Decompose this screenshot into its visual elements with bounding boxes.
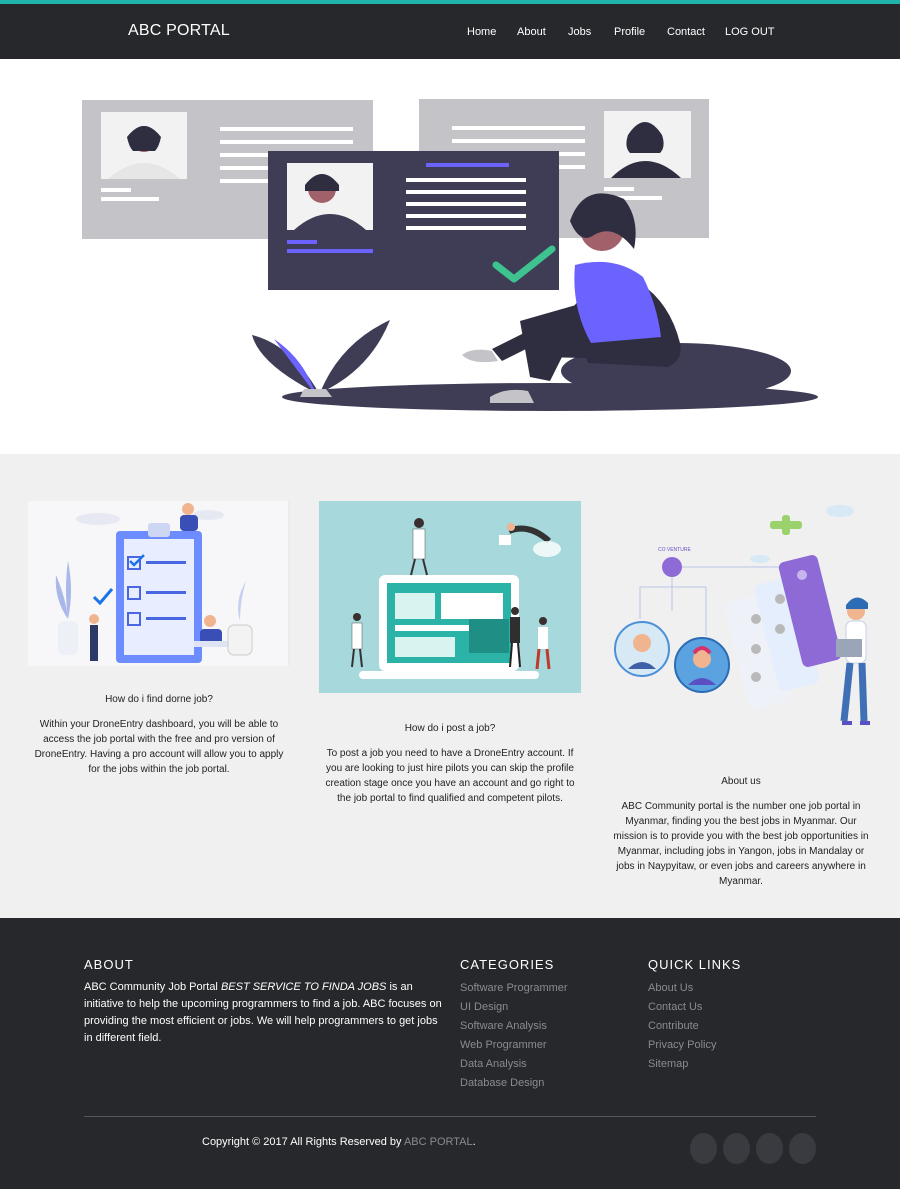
feature-find-job: How do i find dorne job? Within your Dro… <box>28 501 290 777</box>
feature-about-us: CO VENTURE About us ABC Community portal… <box>610 501 872 889</box>
footer-about-text: ABC Community Job Portal BEST SERVICE TO… <box>84 979 444 1047</box>
feature-text: To post a job you need to have a DroneEn… <box>325 748 575 804</box>
about-text-emphasis: BEST SERVICE TO FINDA JOBS <box>220 981 387 993</box>
brand-logo[interactable]: ABC PORTAL <box>128 22 230 40</box>
social-icon-1[interactable] <box>690 1133 717 1164</box>
hero-illustration <box>82 99 818 411</box>
copyright: Copyright © 2017 All Rights Reserved by … <box>202 1136 476 1148</box>
categories-list: Software Programmer UI Design Software A… <box>460 979 568 1093</box>
copyright-suffix: . <box>472 1136 476 1148</box>
footer-categories-heading: CATEGORIES <box>460 957 555 972</box>
copyright-brand-link[interactable]: ABC PORTAL <box>404 1136 473 1148</box>
category-link[interactable]: UI Design <box>460 998 568 1017</box>
quick-link[interactable]: Privacy Policy <box>648 1036 716 1055</box>
post-job-illustration <box>319 501 581 693</box>
checklist-illustration <box>28 501 290 666</box>
features-section: How do i find dorne job? Within your Dro… <box>0 454 900 918</box>
footer-divider <box>84 1116 816 1117</box>
social-icon-2[interactable] <box>723 1133 750 1164</box>
category-link[interactable]: Database Design <box>460 1074 568 1093</box>
social-icon-4[interactable] <box>789 1133 816 1164</box>
quick-link[interactable]: Contact Us <box>648 998 716 1017</box>
nav-contact[interactable]: Contact <box>667 26 705 38</box>
nav-about[interactable]: About <box>517 26 546 38</box>
category-link[interactable]: Data Analysis <box>460 1055 568 1074</box>
feature-title: How do i find dorne job? <box>105 694 213 705</box>
nav-logout[interactable]: LOG OUT <box>725 26 775 38</box>
site-footer: ABOUT ABC Community Job Portal BEST SERV… <box>0 918 900 1189</box>
footer-about-heading: ABOUT <box>84 957 134 972</box>
nav-home[interactable]: Home <box>467 26 496 38</box>
quick-link[interactable]: Contribute <box>648 1017 716 1036</box>
feature-post-job: How do i post a job? To post a job you n… <box>319 501 581 806</box>
quick-links-list: About Us Contact Us Contribute Privacy P… <box>648 979 716 1074</box>
top-navbar: ABC PORTAL Home About Jobs Profile Conta… <box>0 0 900 59</box>
feature-title: About us <box>721 776 761 787</box>
footer-quick-links-heading: QUICK LINKS <box>648 957 742 972</box>
feature-text: ABC Community portal is the number one j… <box>613 801 869 887</box>
social-icon-3[interactable] <box>756 1133 783 1164</box>
category-link[interactable]: Web Programmer <box>460 1036 568 1055</box>
copyright-text: Copyright © 2017 All Rights Reserved by <box>202 1136 404 1148</box>
quick-link[interactable]: Sitemap <box>648 1055 716 1074</box>
co-venture-label: CO VENTURE <box>658 547 691 553</box>
hero-section <box>0 59 900 454</box>
category-link[interactable]: Software Analysis <box>460 1017 568 1036</box>
about-text-start: ABC Community Job Portal <box>84 981 221 993</box>
feature-text: Within your DroneEntry dashboard, you wi… <box>34 719 284 775</box>
about-us-illustration: CO VENTURE <box>614 505 870 725</box>
nav-profile[interactable]: Profile <box>614 26 645 38</box>
category-link[interactable]: Software Programmer <box>460 979 568 998</box>
quick-link[interactable]: About Us <box>648 979 716 998</box>
feature-title: How do i post a job? <box>404 723 496 734</box>
nav-jobs[interactable]: Jobs <box>568 26 591 38</box>
